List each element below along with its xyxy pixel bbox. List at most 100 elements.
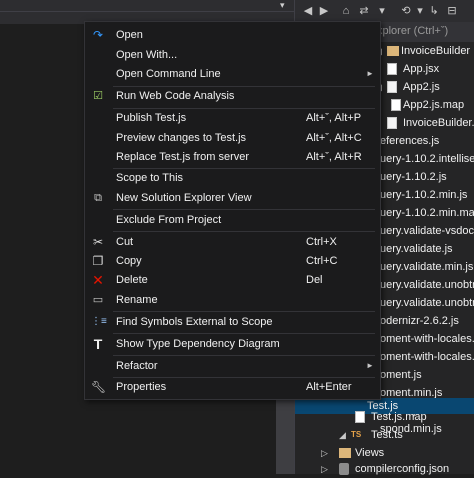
menu-item-label: Delete bbox=[116, 274, 148, 286]
tree-item-label: App2.js bbox=[403, 81, 440, 93]
delete-icon: ✕ bbox=[92, 272, 104, 288]
tree-item-label: oment.js bbox=[380, 369, 422, 381]
tree-item-label: uery.validate.unobtr bbox=[380, 297, 474, 309]
menu-item-shortcut: Alt+ˇ, Alt+R bbox=[306, 151, 362, 163]
menu-item-label: Preview changes to Test.js bbox=[116, 132, 247, 144]
menu-item-show-type-dependency-diagram[interactable]: T Show Type Dependency Diagram bbox=[85, 334, 380, 354]
menu-item-label: Show Type Dependency Diagram bbox=[116, 338, 280, 350]
folder-icon bbox=[339, 448, 351, 458]
tree-row[interactable]: Test.js.map bbox=[295, 408, 474, 426]
sync-icon[interactable]: ⇄ bbox=[357, 3, 371, 19]
menu-item-label: Publish Test.js bbox=[116, 112, 187, 124]
config-icon bbox=[339, 463, 349, 475]
type-diagram-icon: T bbox=[93, 336, 103, 352]
back-icon[interactable]: ◀ bbox=[301, 3, 315, 19]
wrench-icon: 🔧︎ bbox=[91, 380, 107, 394]
editor-tab-strip bbox=[0, 2, 294, 12]
file-icon bbox=[391, 99, 401, 111]
menu-item-replace-from-server[interactable]: Replace Test.js from server Alt+ˇ, Alt+R bbox=[85, 147, 380, 167]
menu-item-scope-to-this[interactable]: Scope to This bbox=[85, 168, 380, 188]
expand-arrow-icon[interactable]: ◢ bbox=[339, 426, 346, 444]
menu-item-label: Replace Test.js from server bbox=[116, 151, 250, 163]
tree-item-label: App.jsx bbox=[403, 63, 440, 75]
menu-item-rename[interactable]: ▭ Rename bbox=[85, 290, 380, 310]
menu-item-cut[interactable]: ✂ Cut Ctrl+X bbox=[85, 232, 380, 252]
tree-item-label: uery.validate.js bbox=[380, 243, 453, 255]
menu-item-shortcut: Alt+Enter bbox=[306, 381, 352, 393]
home-icon[interactable]: ⌂ bbox=[339, 3, 353, 19]
new-view-icon: ⧉ bbox=[94, 192, 102, 204]
tree-item-label: InvoiceBuilder bbox=[401, 45, 471, 57]
pending-changes-icon[interactable]: ↳ bbox=[427, 3, 441, 19]
dropdown-icon[interactable]: ▾ bbox=[375, 3, 389, 19]
ts-icon: TS bbox=[351, 430, 362, 439]
file-icon bbox=[355, 411, 365, 423]
history-icon[interactable]: ⟲ bbox=[399, 3, 413, 19]
menu-item-publish[interactable]: Publish Test.js Alt+ˇ, Alt+P bbox=[85, 108, 380, 128]
menu-item-label: Rename bbox=[116, 294, 158, 306]
forward-icon[interactable]: ▶ bbox=[317, 3, 331, 19]
dropdown-icon[interactable]: ▾ bbox=[413, 3, 427, 19]
tree-item-label: Test.js.map bbox=[371, 411, 427, 423]
menu-item-label: Open bbox=[116, 29, 143, 41]
copy-icon: ❐ bbox=[92, 254, 104, 268]
open-icon: ↷ bbox=[92, 28, 104, 42]
menu-item-label: Open Command Line bbox=[116, 68, 221, 80]
menu-item-label: Cut bbox=[116, 236, 134, 248]
submenu-arrow-icon: ► bbox=[366, 361, 374, 370]
menu-item-shortcut: Del bbox=[306, 274, 323, 286]
menu-item-label: Exclude From Project bbox=[116, 214, 222, 226]
menu-item-shortcut: Ctrl+X bbox=[306, 236, 337, 248]
menu-item-exclude-from-project[interactable]: Exclude From Project bbox=[85, 210, 380, 230]
menu-item-copy[interactable]: ❐ Copy Ctrl+C bbox=[85, 251, 380, 271]
tree-item-label: uery.validate-vsdoc. bbox=[380, 225, 474, 237]
menu-item-open[interactable]: ↷ Open bbox=[85, 25, 380, 45]
menu-item-shortcut: Alt+ˇ, Alt+C bbox=[306, 132, 362, 144]
tree-item-label: uery-1.10.2.js bbox=[380, 171, 447, 183]
menu-item-label: Run Web Code Analysis bbox=[116, 90, 235, 102]
tree-item-label: uery.validate.unobtr bbox=[380, 279, 474, 291]
tree-item-label: App2.js.map bbox=[403, 99, 465, 111]
tree-item-label: compilerconfig.json bbox=[355, 463, 450, 475]
tree-item-label: uery-1.10.2.min.js bbox=[380, 189, 468, 201]
rename-icon: ▭ bbox=[92, 294, 104, 306]
tree-item-label: odernizr-2.6.2.js bbox=[380, 315, 459, 327]
expand-arrow-icon[interactable]: ▷ bbox=[321, 460, 328, 478]
submenu-arrow-icon: ► bbox=[366, 69, 374, 78]
tree-row[interactable]: ◢ TS Test.ts bbox=[295, 426, 474, 444]
menu-item-open-command-line[interactable]: Open Command Line ► bbox=[85, 64, 380, 84]
context-menu: ↷ Open Open With... Open Command Line ► … bbox=[84, 21, 381, 400]
menu-item-run-web-code-analysis[interactable]: ☑ Run Web Code Analysis bbox=[85, 86, 380, 106]
menu-item-shortcut: Alt+ˇ, Alt+P bbox=[306, 112, 362, 124]
menu-item-new-solution-explorer-view[interactable]: ⧉ New Solution Explorer View bbox=[85, 188, 380, 208]
tree-item-label: oment-with-locales. bbox=[380, 351, 474, 363]
search-placeholder: xplorer (Ctrl+ˇ) bbox=[377, 25, 449, 37]
find-symbols-icon: ⋮≡ bbox=[91, 316, 107, 327]
scissors-icon: ✂ bbox=[92, 235, 104, 249]
menu-item-refactor[interactable]: Refactor ► bbox=[85, 356, 380, 376]
menu-item-preview-changes[interactable]: Preview changes to Test.js Alt+ˇ, Alt+C bbox=[85, 128, 380, 148]
menu-item-label: Find Symbols External to Scope bbox=[116, 316, 273, 328]
editor-scrollbar[interactable] bbox=[276, 398, 294, 474]
code-analysis-icon: ☑ bbox=[93, 90, 103, 102]
menu-item-label: Refactor bbox=[116, 360, 158, 372]
js-file-icon bbox=[387, 117, 397, 129]
tree-row[interactable]: ▷ compilerconfig.json bbox=[295, 460, 474, 478]
collapse-all-icon[interactable]: ⊟ bbox=[445, 3, 459, 19]
menu-item-properties[interactable]: 🔧︎ Properties Alt+Enter bbox=[85, 377, 380, 397]
tree-item-label: Test.ts bbox=[371, 429, 403, 441]
solution-explorer-toolbar: ◀ ▶ ⌂ ⇄ ▾ ⟲ ▾ ↳ ⊟ bbox=[294, 0, 474, 22]
menu-item-label: New Solution Explorer View bbox=[116, 192, 252, 204]
menu-item-shortcut: Ctrl+C bbox=[306, 255, 338, 267]
tree-item-label: InvoiceBuilder.js bbox=[403, 117, 474, 129]
menu-item-label: Open With... bbox=[116, 49, 178, 61]
menu-item-find-symbols-external[interactable]: ⋮≡ Find Symbols External to Scope bbox=[85, 312, 380, 332]
menu-item-delete[interactable]: ✕ Delete Del bbox=[85, 270, 380, 290]
menu-item-label: Copy bbox=[116, 255, 142, 267]
tree-item-label: oment-with-locales.j bbox=[380, 333, 474, 345]
tab-overflow-icon[interactable]: ▾ bbox=[280, 0, 285, 11]
tree-item-label: uery.validate.min.js bbox=[380, 261, 474, 273]
tree-item-label: uery-1.10.2.intellisen bbox=[380, 153, 474, 165]
menu-item-open-with[interactable]: Open With... bbox=[85, 45, 380, 65]
tree-item-label: eferences.js bbox=[380, 135, 440, 147]
